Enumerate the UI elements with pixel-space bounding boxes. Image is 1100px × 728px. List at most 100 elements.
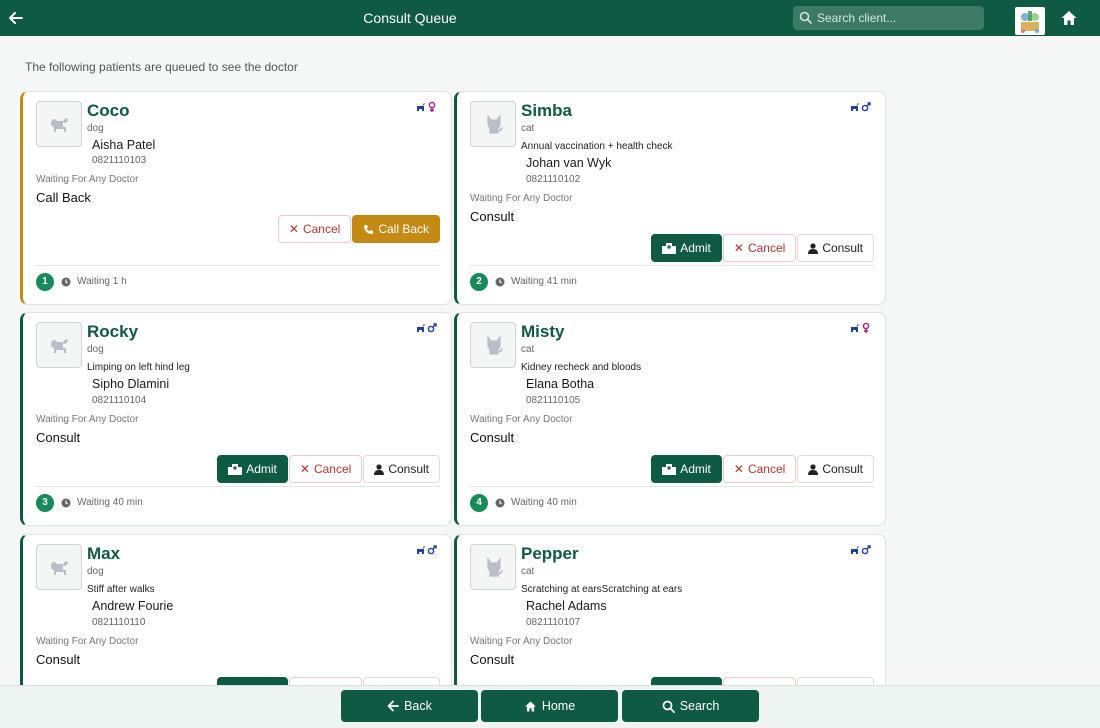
admit-button[interactable]: Admit xyxy=(217,455,288,483)
pet-female-icon xyxy=(417,101,436,112)
owner-name: Rachel Adams xyxy=(526,599,607,613)
back-button[interactable]: Back xyxy=(341,690,478,722)
queue-status: Consult xyxy=(36,430,81,445)
waiting-time: Waiting 1 h xyxy=(77,276,127,287)
x-icon: ✕ xyxy=(299,462,310,476)
dog-avatar xyxy=(36,544,82,590)
owner-name: Aisha Patel xyxy=(92,138,156,152)
patient-name[interactable]: Rocky xyxy=(87,322,138,342)
card-actions: Admit ✕Cancel Consult xyxy=(651,234,874,262)
visit-reason: Annual vaccination + health check xyxy=(521,141,673,152)
search-input[interactable] xyxy=(817,9,977,27)
search-icon xyxy=(662,700,675,713)
hospital-icon xyxy=(662,242,677,254)
waiting-time: Waiting 40 min xyxy=(511,497,577,508)
cancel-button[interactable]: ✕Cancel xyxy=(722,455,797,483)
consult-button[interactable]: Consult xyxy=(797,677,874,685)
owner-name: Johan van Wyk xyxy=(526,156,612,170)
hospital-icon xyxy=(662,463,677,475)
patient-name[interactable]: Coco xyxy=(87,101,130,121)
cancel-button[interactable]: ✕Cancel xyxy=(722,234,797,262)
waiting-time: Waiting 41 min xyxy=(511,276,577,287)
queue-number: 3 xyxy=(36,494,54,512)
patient-card[interactable]: Max dog Stiff after walks Andrew Fourie … xyxy=(20,534,452,685)
admit-button[interactable]: Admit xyxy=(651,677,722,685)
consult-button[interactable]: Consult xyxy=(363,677,440,685)
page-title: Consult Queue xyxy=(363,10,457,26)
consult-button[interactable]: Consult xyxy=(363,455,440,483)
admit-button[interactable]: Admit xyxy=(651,455,722,483)
cancel-button[interactable]: ✕Cancel xyxy=(277,215,352,243)
patient-card[interactable]: Coco dog Aisha Patel 0821110103 Waiting … xyxy=(20,91,452,305)
doctor-icon xyxy=(374,463,385,475)
bottom-nav-bar: Back Home Search xyxy=(0,685,1100,728)
visit-reason: Scratching at earsScratching at ears xyxy=(521,584,683,595)
admit-button[interactable]: Admit xyxy=(651,234,722,262)
owner-name: Sipho Dlamini xyxy=(92,377,170,391)
clock-icon xyxy=(61,277,71,287)
dog-icon xyxy=(51,339,68,353)
waiting-label: Waiting For Any Doctor xyxy=(36,414,139,425)
patient-card[interactable]: Rocky dog Limping on left hind leg Sipho… xyxy=(20,312,452,526)
dog-avatar xyxy=(36,322,82,368)
home-icon xyxy=(524,700,536,712)
card-actions: Admit ✕Cancel Consult xyxy=(217,677,440,685)
cancel-button[interactable]: ✕Cancel xyxy=(288,455,363,483)
cancel-button[interactable]: ✕Cancel xyxy=(288,677,363,685)
home-button[interactable]: Home xyxy=(481,690,618,722)
owner-name: Andrew Fourie xyxy=(92,599,174,613)
patient-name[interactable]: Simba xyxy=(521,101,572,121)
card-divider xyxy=(470,486,874,487)
card-actions: Admit ✕Cancel Consult xyxy=(651,455,874,483)
consult-button[interactable]: Consult xyxy=(797,455,874,483)
visit-reason: Kidney recheck and bloods xyxy=(521,362,642,373)
patient-species: dog xyxy=(87,566,104,577)
hospital-icon xyxy=(228,463,243,475)
dog-icon xyxy=(51,561,68,575)
clock-icon xyxy=(495,498,505,508)
patient-card[interactable]: Misty cat Kidney recheck and bloods Elan… xyxy=(454,312,886,526)
search-box[interactable] xyxy=(793,6,984,30)
card-divider xyxy=(470,265,874,266)
cat-icon xyxy=(487,114,503,134)
pet-female-icon xyxy=(851,322,870,333)
patient-card[interactable]: Pepper cat Scratching at earsScratching … xyxy=(454,534,886,685)
card-divider xyxy=(36,486,440,487)
patient-name[interactable]: Pepper xyxy=(521,544,579,564)
search-button[interactable]: Search xyxy=(622,690,759,722)
pet-male-icon xyxy=(851,102,871,112)
owner-phone: 0821110107 xyxy=(526,617,581,628)
queue-number: 4 xyxy=(470,494,488,512)
owner-phone: 0821110103 xyxy=(92,155,147,166)
cat-icon xyxy=(487,557,503,577)
waiting-time: Waiting 40 min xyxy=(77,497,143,508)
admit-button[interactable]: Admit xyxy=(217,677,288,685)
waiting-label: Waiting For Any Doctor xyxy=(36,174,139,185)
doctor-icon xyxy=(808,463,819,475)
cat-avatar xyxy=(470,101,516,147)
patient-species: cat xyxy=(521,123,535,134)
patient-card[interactable]: Simba cat Annual vaccination + health ch… xyxy=(454,91,886,305)
patient-species: cat xyxy=(521,566,535,577)
dog-icon xyxy=(51,118,68,132)
top-bar: Consult Queue xyxy=(0,0,1100,36)
queue-number: 1 xyxy=(36,273,54,291)
card-divider xyxy=(36,265,440,266)
call-back-button[interactable]: Call Back xyxy=(352,215,440,243)
patient-species: dog xyxy=(87,344,104,355)
visit-reason: Stiff after walks xyxy=(87,584,155,595)
patient-name[interactable]: Misty xyxy=(521,322,564,342)
card-actions: ✕ Cancel Call Back xyxy=(277,215,440,243)
waiting-label: Waiting For Any Doctor xyxy=(470,414,573,425)
patient-name[interactable]: Max xyxy=(87,544,120,564)
waiting-label: Waiting For Any Doctor xyxy=(36,636,139,647)
queue-status: Call Back xyxy=(36,190,91,205)
home-icon[interactable] xyxy=(1060,9,1078,27)
pet-male-icon xyxy=(417,323,437,333)
owner-name: Elana Botha xyxy=(526,377,595,391)
consult-button[interactable]: Consult xyxy=(797,234,874,262)
card-actions: Admit ✕Cancel Consult xyxy=(217,455,440,483)
cancel-button[interactable]: ✕Cancel xyxy=(722,677,797,685)
waiting-label: Waiting For Any Doctor xyxy=(470,193,573,204)
x-icon: ✕ xyxy=(733,462,744,476)
